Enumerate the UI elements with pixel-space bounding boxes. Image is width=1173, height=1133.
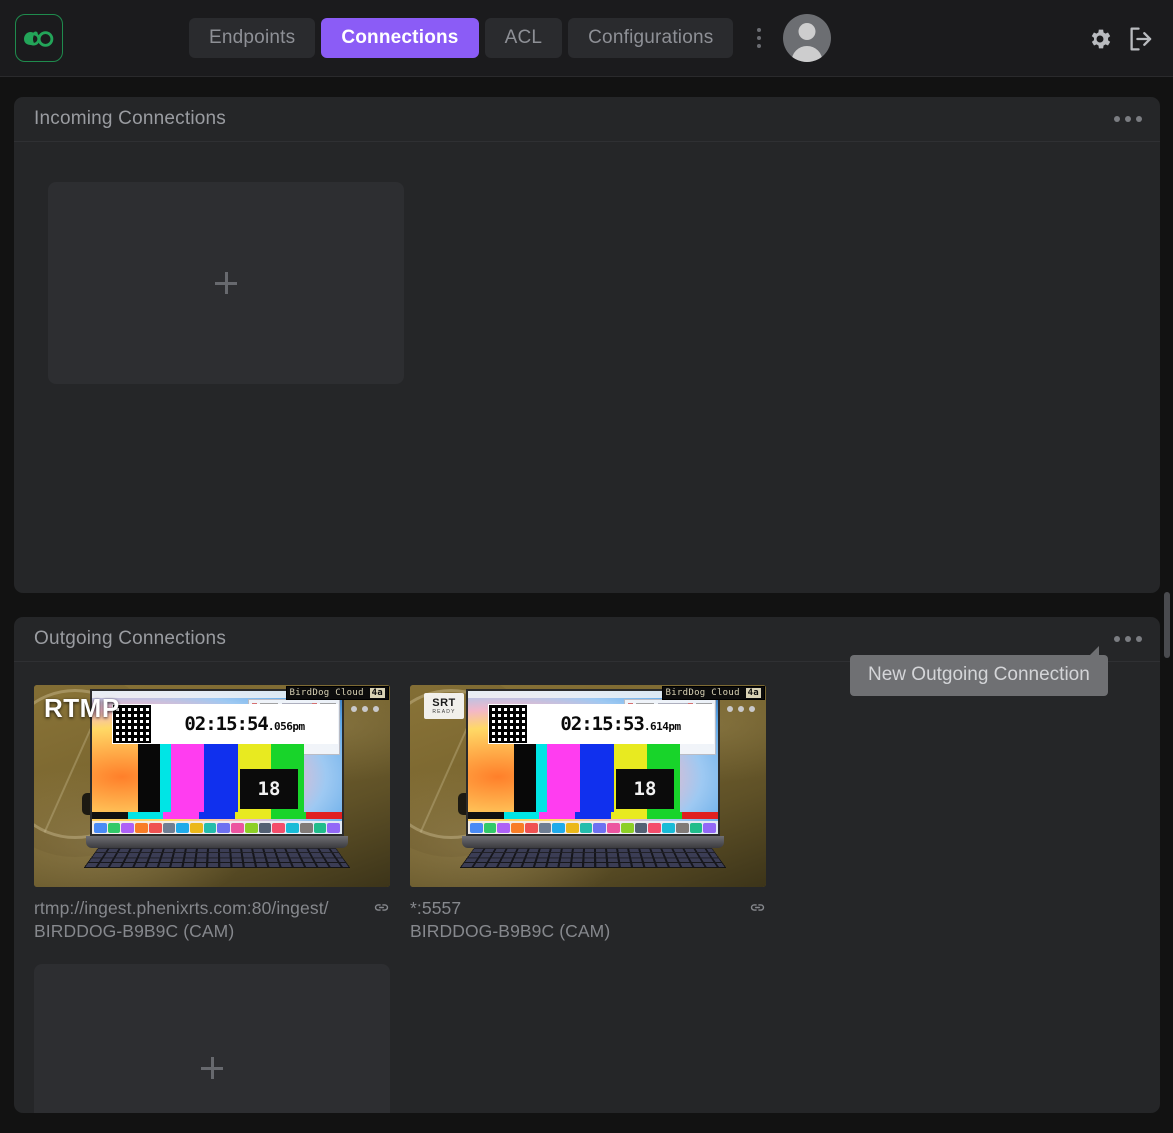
- connection-thumbnail[interactable]: 18 02:15:53.614pm SRT READY BirdDog Clou…: [410, 685, 766, 887]
- top-bar-actions: [1087, 0, 1157, 77]
- watermark-text: BirdDog Cloud: [289, 688, 364, 698]
- birddog-cloud-watermark: BirdDog Cloud 4a: [661, 686, 765, 700]
- top-navigation-bar: Endpoints Connections ACL Configurations: [0, 0, 1173, 77]
- connection-url: rtmp://ingest.phenixrts.com:80/ingest/: [34, 898, 329, 918]
- plus-icon: [201, 1057, 223, 1079]
- incoming-panel-header: Incoming Connections: [14, 97, 1160, 142]
- qr-code: [489, 705, 527, 743]
- logout-icon[interactable]: [1127, 25, 1157, 53]
- lower-color-strip: [92, 812, 342, 819]
- outgoing-connection-card[interactable]: 18 02:15:54.056pm RTMP BirdDog Cloud 4a …: [34, 685, 390, 942]
- timecode-text: 02:15:54.056pm: [151, 713, 338, 735]
- timecode-strip: 02:15:53.614pm: [488, 704, 714, 744]
- incoming-panel-title: Incoming Connections: [34, 108, 226, 129]
- timecode-value: 02:15:54: [184, 713, 269, 735]
- mac-dock: [92, 821, 342, 834]
- outgoing-panel-title: Outgoing Connections: [34, 628, 227, 649]
- outgoing-panel-menu-icon[interactable]: [1114, 636, 1142, 642]
- vertical-scrollbar-thumb[interactable]: [1164, 592, 1170, 658]
- tab-configurations[interactable]: Configurations: [568, 18, 734, 58]
- incoming-cards-grid: [14, 142, 1160, 404]
- outgoing-cards-grid: 18 02:15:54.056pm RTMP BirdDog Cloud 4a …: [14, 662, 1160, 1113]
- timecode-value: 02:15:53: [560, 713, 645, 735]
- plus-icon: [215, 272, 237, 294]
- timecode-fraction: .056: [267, 720, 293, 733]
- incoming-panel-menu-icon[interactable]: [1114, 116, 1142, 122]
- main-tabs: Endpoints Connections ACL Configurations: [189, 14, 832, 62]
- new-incoming-connection-card[interactable]: [48, 182, 404, 384]
- laptop-screen: 18 02:15:53.614pm: [466, 689, 720, 836]
- gear-icon[interactable]: [1087, 26, 1113, 52]
- laptop-keyboard: [83, 848, 351, 868]
- timecode-strip: 02:15:54.056pm: [112, 704, 338, 744]
- link-icon[interactable]: [372, 898, 390, 916]
- new-outgoing-connection-tooltip: New Outgoing Connection: [850, 646, 1108, 696]
- laptop: 18 02:15:53.614pm: [459, 689, 727, 869]
- avatar-head: [798, 23, 816, 40]
- mac-dock: [468, 821, 718, 834]
- connection-name: BIRDDOG-B9B9C (CAM): [34, 921, 235, 941]
- laptop: 18 02:15:54.056pm: [83, 689, 351, 869]
- seg-value: 18: [633, 777, 657, 800]
- birddog-cloud-watermark: BirdDog Cloud 4a: [285, 686, 389, 700]
- timecode-text: 02:15:53.614pm: [527, 713, 714, 735]
- laptop-base: [462, 836, 724, 848]
- black-bar: [514, 744, 536, 812]
- seven-segment-display: 18: [616, 769, 674, 809]
- avatar-body: [791, 46, 823, 62]
- timecode-fraction: .614: [643, 720, 669, 733]
- watermark-suffix: 4a: [745, 688, 761, 698]
- connection-thumbnail[interactable]: 18 02:15:54.056pm RTMP BirdDog Cloud 4a: [34, 685, 390, 887]
- vertical-kebab-icon[interactable]: [748, 28, 770, 48]
- outgoing-connection-card[interactable]: 18 02:15:53.614pm SRT READY BirdDog Clou…: [410, 685, 766, 942]
- new-outgoing-connection-card[interactable]: [34, 964, 390, 1113]
- connection-url: *:5557: [410, 898, 462, 918]
- seg-value: 18: [257, 777, 281, 800]
- tab-acl[interactable]: ACL: [484, 18, 563, 58]
- outgoing-panel-body: 18 02:15:54.056pm RTMP BirdDog Cloud 4a …: [14, 662, 1160, 1113]
- card-menu-icon[interactable]: [351, 706, 379, 712]
- incoming-connections-panel: Incoming Connections: [14, 97, 1160, 593]
- tab-connections[interactable]: Connections: [321, 18, 479, 58]
- laptop-base: [86, 836, 348, 848]
- card-metadata: rtmp://ingest.phenixrts.com:80/ingest/ B…: [34, 887, 390, 942]
- birddog-cloud-logo-icon: [24, 31, 54, 47]
- timecode-meridiem: pm: [668, 720, 681, 733]
- watermark-suffix: 4a: [369, 688, 385, 698]
- connection-name: BIRDDOG-B9B9C (CAM): [410, 921, 611, 941]
- card-menu-icon[interactable]: [727, 706, 755, 712]
- srt-label: SRT: [432, 696, 456, 709]
- laptop-keyboard: [459, 848, 727, 868]
- user-avatar-icon[interactable]: [783, 14, 832, 62]
- incoming-panel-body: [14, 142, 1160, 404]
- lower-color-strip: [468, 812, 718, 819]
- card-metadata: *:5557 BIRDDOG-B9B9C (CAM): [410, 887, 766, 942]
- srt-sub-label: READY: [432, 708, 456, 715]
- link-icon[interactable]: [748, 898, 766, 916]
- black-bar: [138, 744, 160, 812]
- laptop-screen: 18 02:15:54.056pm: [90, 689, 344, 836]
- tab-endpoints[interactable]: Endpoints: [189, 18, 316, 58]
- app-logo[interactable]: [15, 14, 63, 62]
- watermark-text: BirdDog Cloud: [665, 688, 740, 698]
- timecode-meridiem: pm: [292, 720, 305, 733]
- protocol-label: RTMP: [44, 693, 120, 723]
- srt-ready-badge: SRT READY: [424, 693, 464, 719]
- seven-segment-display: 18: [240, 769, 298, 809]
